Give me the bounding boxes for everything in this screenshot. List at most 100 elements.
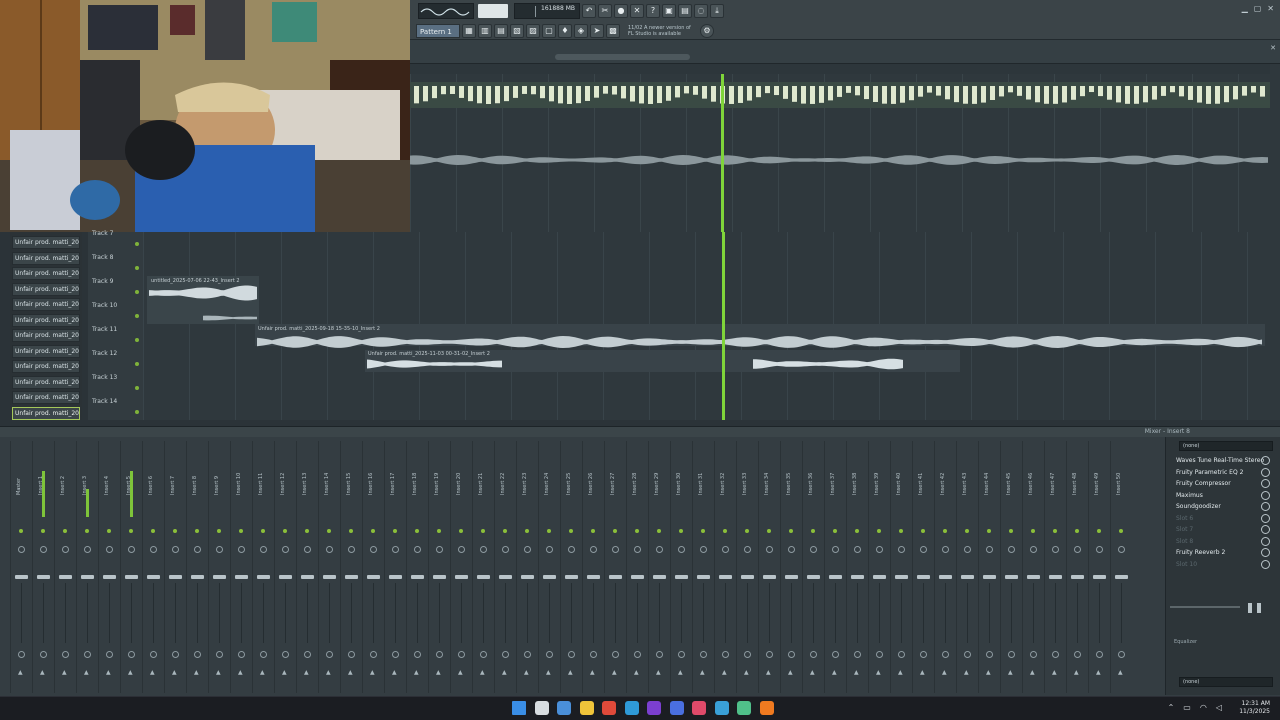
playhead-line-lower[interactable] — [722, 232, 725, 420]
drum-hit[interactable] — [765, 86, 770, 94]
mixer-strip[interactable]: Insert 4 ▲ — [98, 441, 119, 693]
mic-button[interactable]: ● — [614, 4, 628, 18]
strip-enable-led[interactable] — [107, 529, 111, 533]
drum-hit[interactable] — [783, 86, 788, 99]
track-label[interactable]: Track 8 — [92, 254, 113, 261]
mixer-strip[interactable]: Insert 9 ▲ — [208, 441, 229, 693]
send-knob[interactable] — [194, 651, 201, 658]
track-label[interactable]: Track 14 — [92, 398, 117, 405]
send-knob[interactable] — [216, 651, 223, 658]
volume-fader[interactable] — [1071, 575, 1084, 579]
volume-fader[interactable] — [521, 575, 534, 579]
volume-fader[interactable] — [323, 575, 336, 579]
route-arrow-icon[interactable]: ▲ — [18, 669, 23, 676]
slot-mix-knob-icon[interactable] — [1261, 536, 1270, 546]
track-active-led[interactable] — [135, 338, 139, 342]
drum-hit[interactable] — [918, 86, 923, 97]
volume-fader[interactable] — [961, 575, 974, 579]
eq-curve[interactable] — [1170, 577, 1270, 617]
tool-button-3[interactable]: ▤ — [494, 24, 508, 38]
mixer-strip[interactable]: Insert 11 ▲ — [252, 441, 273, 693]
effect-slot[interactable]: Slot 8 — [1170, 536, 1276, 547]
strip-enable-led[interactable] — [19, 529, 23, 533]
clip-label-3[interactable]: Unfair prod. matti_2025-11-03 00-31-02_I… — [368, 351, 490, 357]
volume-fader[interactable] — [939, 575, 952, 579]
mixer-strip[interactable]: Insert 28 ▲ — [626, 441, 647, 693]
drum-hit[interactable] — [873, 86, 878, 102]
channel-item[interactable]: Unfair prod. matti_2025 — [12, 329, 80, 342]
tool-button-5[interactable]: ▨ — [526, 24, 540, 38]
track-active-led[interactable] — [135, 314, 139, 318]
drum-hit[interactable] — [1152, 86, 1157, 100]
help-button[interactable]: ? — [646, 4, 660, 18]
slot-mix-knob-icon[interactable] — [1261, 525, 1270, 534]
send-knob[interactable] — [656, 651, 663, 658]
mixer-strip[interactable]: Insert 15 ▲ — [340, 441, 361, 693]
volume-fader[interactable] — [15, 575, 28, 579]
drum-hit[interactable] — [468, 86, 473, 102]
network-icon[interactable]: ▭ — [1183, 703, 1191, 712]
track-active-led[interactable] — [135, 410, 139, 414]
drum-hit[interactable] — [1035, 86, 1040, 103]
effect-slot[interactable]: Slot 10 — [1170, 559, 1276, 570]
search-icon[interactable] — [534, 701, 549, 715]
volume-fader[interactable] — [103, 575, 116, 579]
pan-knob[interactable] — [150, 546, 157, 553]
send-knob[interactable] — [480, 651, 487, 658]
update-notice[interactable]: 11/02 A newer version of FL Studio is av… — [628, 25, 698, 37]
volume-fader[interactable] — [719, 575, 732, 579]
strip-enable-led[interactable] — [239, 529, 243, 533]
track-label[interactable]: Track 9 — [92, 278, 113, 285]
volume-fader[interactable] — [499, 575, 512, 579]
slot-mix-knob-icon[interactable] — [1261, 513, 1270, 523]
strip-enable-led[interactable] — [217, 529, 221, 533]
send-knob[interactable] — [150, 651, 157, 658]
track-active-led[interactable] — [135, 266, 139, 270]
strip-enable-led[interactable] — [679, 529, 683, 533]
pan-knob[interactable] — [854, 546, 861, 553]
send-knob[interactable] — [788, 651, 795, 658]
track-label[interactable]: Track 13 — [92, 374, 117, 381]
strip-enable-led[interactable] — [811, 529, 815, 533]
drum-hit[interactable] — [594, 86, 599, 98]
volume-fader[interactable] — [411, 575, 424, 579]
drum-hit[interactable] — [1188, 86, 1193, 100]
drum-hit[interactable] — [801, 86, 806, 104]
volume-fader[interactable] — [389, 575, 402, 579]
music-icon[interactable] — [692, 701, 706, 715]
drum-hit[interactable] — [558, 86, 563, 104]
volume-fader[interactable] — [1115, 575, 1128, 579]
volume-fader[interactable] — [587, 575, 600, 579]
drum-hit[interactable] — [1116, 86, 1121, 103]
route-arrow-icon[interactable]: ▲ — [744, 669, 749, 676]
send-knob[interactable] — [326, 651, 333, 658]
pan-knob[interactable] — [942, 546, 949, 553]
send-knob[interactable] — [18, 651, 25, 658]
drum-hit[interactable] — [837, 86, 842, 97]
minimize-icon[interactable]: ▁ — [1242, 4, 1248, 13]
drum-hit[interactable] — [1098, 86, 1103, 97]
route-arrow-icon[interactable]: ▲ — [1030, 669, 1035, 676]
mixer-strip[interactable]: Insert 42 ▲ — [934, 441, 955, 693]
slot-mix-knob-icon[interactable] — [1261, 490, 1270, 500]
slot-mix-knob-icon[interactable] — [1261, 502, 1270, 511]
volume-fader[interactable] — [917, 575, 930, 579]
effect-slot[interactable]: Slot 6 — [1170, 513, 1276, 524]
mixer-strip[interactable]: Insert 35 ▲ — [780, 441, 801, 693]
effect-slot[interactable]: Soundgoodizer — [1170, 501, 1276, 512]
route-arrow-icon[interactable]: ▲ — [898, 669, 903, 676]
route-arrow-icon[interactable]: ▲ — [458, 669, 463, 676]
volume-icon[interactable]: ◁ — [1216, 703, 1222, 712]
effect-slot[interactable]: Fruity Reeverb 2 — [1170, 547, 1276, 558]
drum-hit[interactable] — [576, 86, 581, 104]
mixer-strip[interactable]: Insert 5 ▲ — [120, 441, 141, 693]
volume-fader[interactable] — [653, 575, 666, 579]
strip-enable-led[interactable] — [261, 529, 265, 533]
strip-enable-led[interactable] — [899, 529, 903, 533]
route-arrow-icon[interactable]: ▲ — [810, 669, 815, 676]
drum-hit[interactable] — [999, 86, 1004, 97]
drum-hit[interactable] — [1206, 86, 1211, 104]
playlist-scrollbar[interactable] — [555, 54, 690, 60]
channel-item[interactable]: Unfair prod. matti_2025 — [12, 313, 80, 327]
volume-fader[interactable] — [763, 575, 776, 579]
